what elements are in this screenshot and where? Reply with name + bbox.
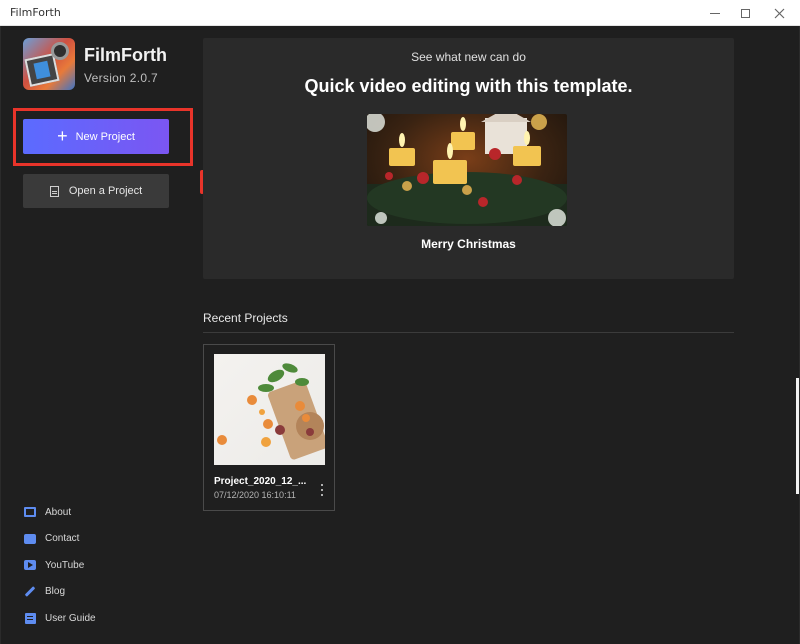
app-name: FilmForth xyxy=(84,45,167,65)
contact-label: Contact xyxy=(45,533,80,545)
template-thumbnail[interactable] xyxy=(367,114,567,226)
about-link[interactable]: About xyxy=(24,499,96,526)
minimize-icon xyxy=(710,12,720,14)
youtube-label: YouTube xyxy=(45,559,85,571)
contact-icon xyxy=(24,533,36,544)
candles-image xyxy=(367,114,567,226)
blog-link[interactable]: Blog xyxy=(24,579,96,606)
open-project-label: Open a Project xyxy=(68,185,143,197)
user-guide-link[interactable]: User Guide xyxy=(24,605,96,632)
pen-icon xyxy=(24,586,36,598)
new-project-label: New Project xyxy=(75,130,135,143)
youtube-icon xyxy=(24,560,36,571)
project-thumbnail[interactable] xyxy=(214,354,325,465)
book-icon xyxy=(24,507,36,518)
minimize-button[interactable] xyxy=(698,0,732,26)
banner-title: Quick video editing with this template. xyxy=(304,76,633,96)
maximize-icon xyxy=(740,8,750,18)
close-button[interactable] xyxy=(762,0,796,26)
window-title: FilmForth xyxy=(10,6,61,19)
maximize-button[interactable] xyxy=(728,0,762,26)
about-label: About xyxy=(45,506,72,518)
template-caption: Merry Christmas xyxy=(421,237,516,251)
title-bar: FilmForth xyxy=(0,0,800,26)
project-card[interactable]: Project_2020_12_... 07/12/2020 16:10:11 xyxy=(203,344,335,511)
open-project-button[interactable]: Open a Project xyxy=(23,174,169,208)
guide-icon xyxy=(24,612,36,624)
blog-label: Blog xyxy=(45,586,66,598)
app-logo xyxy=(23,38,75,90)
app-version: Version 2.0.7 xyxy=(84,71,158,85)
plus-icon: + xyxy=(57,125,68,146)
recent-projects-heading: Recent Projects xyxy=(203,311,288,325)
template-banner[interactable]: See what new can do Quick video editing … xyxy=(203,38,734,279)
banner-subtitle: See what new can do xyxy=(411,50,526,64)
fruit-image xyxy=(217,363,325,460)
close-icon xyxy=(774,8,784,18)
file-icon xyxy=(49,185,59,197)
scrollbar[interactable] xyxy=(796,378,799,494)
divider xyxy=(203,332,734,333)
more-options-icon[interactable] xyxy=(317,482,327,498)
new-project-button[interactable]: + New Project xyxy=(23,119,169,154)
sidebar-links: About Contact YouTube Blog User Guide xyxy=(24,499,96,632)
project-date: 07/12/2020 16:10:11 xyxy=(214,490,296,500)
youtube-link[interactable]: YouTube xyxy=(24,552,96,579)
contact-link[interactable]: Contact xyxy=(24,526,96,553)
project-name: Project_2020_12_... xyxy=(214,476,307,487)
user-guide-label: User Guide xyxy=(45,612,96,624)
